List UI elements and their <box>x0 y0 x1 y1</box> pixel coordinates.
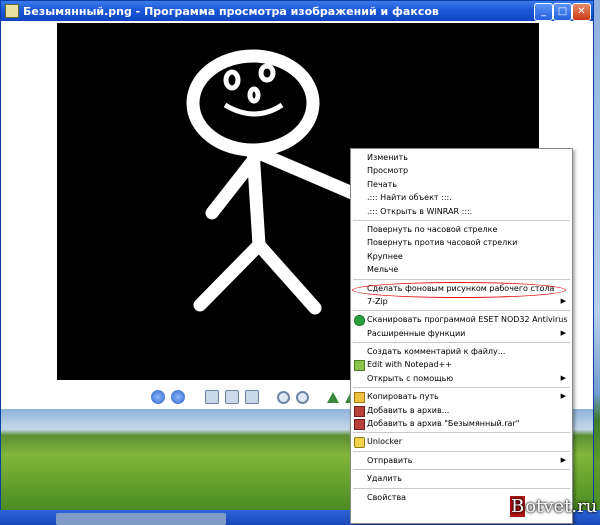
menu-separator <box>353 469 570 471</box>
menu-item-zoom-out[interactable]: Мельче <box>351 263 572 276</box>
rotate-cw-icon[interactable] <box>327 391 339 403</box>
watermark-text: otvet.ru <box>525 496 598 517</box>
submenu-arrow-icon: ▶ <box>560 373 566 382</box>
menu-item-rotate-ccw[interactable]: Повернуть против часовой стрелки <box>351 236 572 249</box>
window-title: Безымянный.png - Программа просмотра изо… <box>23 4 439 18</box>
menu-item-unlocker[interactable]: Unlocker <box>351 435 572 449</box>
menu-item-label: Свойства <box>367 492 407 502</box>
menu-item-label: Открыть с помощью <box>367 373 454 383</box>
menu-separator <box>353 487 570 489</box>
menu-item-advanced[interactable]: Расширенные функции ▶ <box>351 327 572 340</box>
menu-item-rotate-cw[interactable]: Повернуть по часовой стрелке <box>351 223 572 236</box>
menu-separator <box>353 278 570 280</box>
menu-item-label: Сканировать программой ESET NOD32 Antivi… <box>367 315 568 325</box>
menu-separator <box>353 310 570 312</box>
menu-item-add-archive-rar[interactable]: Добавить в архив "Безымянный.rar" <box>351 417 572 431</box>
close-button[interactable]: ✕ <box>572 3 591 21</box>
menu-item-send-to[interactable]: Отправить ▶ <box>351 454 572 467</box>
menu-item-label: Копировать путь <box>367 392 439 402</box>
menu-item-comment[interactable]: Создать комментарий к файлу... <box>351 345 572 358</box>
menu-item-eset-scan[interactable]: Сканировать программой ESET NOD32 Antivi… <box>351 313 572 327</box>
menu-item-notepadpp[interactable]: Edit with Notepad++ <box>351 358 572 372</box>
submenu-arrow-icon: ▶ <box>560 296 566 305</box>
menu-item-label: Добавить в архив "Безымянный.rar" <box>367 419 520 429</box>
submenu-arrow-icon: ▶ <box>560 392 566 401</box>
menu-item-label: Повернуть против часовой стрелки <box>367 238 518 248</box>
notepadpp-icon <box>354 360 365 372</box>
menu-item-edit[interactable]: Изменить <box>351 151 572 164</box>
highlight-ring <box>352 282 566 298</box>
menu-separator <box>353 342 570 344</box>
menu-item-open-with[interactable]: Открыть с помощью ▶ <box>351 372 572 385</box>
menu-item-label: .::: Открыть в WINRAR :::. <box>367 206 473 216</box>
menu-item-label: Мельче <box>367 265 399 275</box>
zoom-out-icon[interactable] <box>296 390 309 404</box>
slideshow-icon[interactable] <box>245 390 259 404</box>
menu-item-label: Удалить <box>367 474 402 484</box>
menu-item-label: 7-Zip <box>367 296 388 306</box>
menu-item-label: Печать <box>367 179 397 189</box>
menu-item-open-winrar[interactable]: .::: Открыть в WINRAR :::. <box>351 205 572 218</box>
menu-item-label: Добавить в архив... <box>367 405 450 415</box>
menu-item-label: Просмотр <box>367 166 409 176</box>
site-watermark: Botvet.ru <box>510 496 597 517</box>
submenu-arrow-icon: ▶ <box>560 328 566 337</box>
menu-item-print[interactable]: Печать <box>351 178 572 191</box>
actual-size-icon[interactable] <box>225 390 239 404</box>
zoom-in-icon[interactable] <box>277 390 290 404</box>
menu-separator <box>353 387 570 389</box>
menu-item-label: Расширенные функции <box>367 328 466 338</box>
menu-item-zoom-in[interactable]: Крупнее <box>351 250 572 263</box>
folder-icon <box>354 392 365 404</box>
menu-item-find-object[interactable]: .::: Найти объект :::. <box>351 191 572 204</box>
unlocker-icon <box>354 437 365 449</box>
menu-item-copy-path[interactable]: Копировать путь ▶ <box>351 390 572 404</box>
menu-item-label: Повернуть по часовой стрелке <box>367 224 498 234</box>
menu-item-label: Unlocker <box>367 437 402 447</box>
menu-item-label: Отправить <box>367 455 413 465</box>
context-menu: Изменить Просмотр Печать .::: Найти объе… <box>350 148 573 524</box>
maximize-button[interactable]: □ <box>553 3 572 21</box>
menu-item-preview[interactable]: Просмотр <box>351 164 572 177</box>
best-fit-icon[interactable] <box>205 390 219 404</box>
menu-item-add-archive[interactable]: Добавить в архив... <box>351 404 572 417</box>
menu-item-label: .::: Найти объект :::. <box>367 193 452 203</box>
next-icon[interactable] <box>171 390 185 404</box>
winrar-icon <box>354 419 365 431</box>
viewer-toolbar <box>151 387 357 407</box>
menu-item-label: Крупнее <box>367 251 403 261</box>
prev-icon[interactable] <box>151 390 165 404</box>
winrar-icon <box>354 405 365 417</box>
taskbar-button[interactable] <box>56 513 226 525</box>
app-icon <box>5 4 19 18</box>
title-bar[interactable]: Безымянный.png - Программа просмотра изо… <box>1 1 593 21</box>
menu-separator <box>353 432 570 434</box>
menu-separator <box>353 450 570 452</box>
menu-item-delete[interactable]: Удалить <box>351 472 572 485</box>
eset-icon <box>354 315 365 327</box>
menu-item-label: Изменить <box>367 153 408 162</box>
menu-item-label: Создать комментарий к файлу... <box>367 347 506 357</box>
submenu-arrow-icon: ▶ <box>560 455 566 464</box>
watermark-initial: B <box>510 496 526 517</box>
menu-item-label: Edit with Notepad++ <box>367 360 452 370</box>
minimize-button[interactable]: _ <box>534 3 553 21</box>
menu-separator <box>353 219 570 221</box>
